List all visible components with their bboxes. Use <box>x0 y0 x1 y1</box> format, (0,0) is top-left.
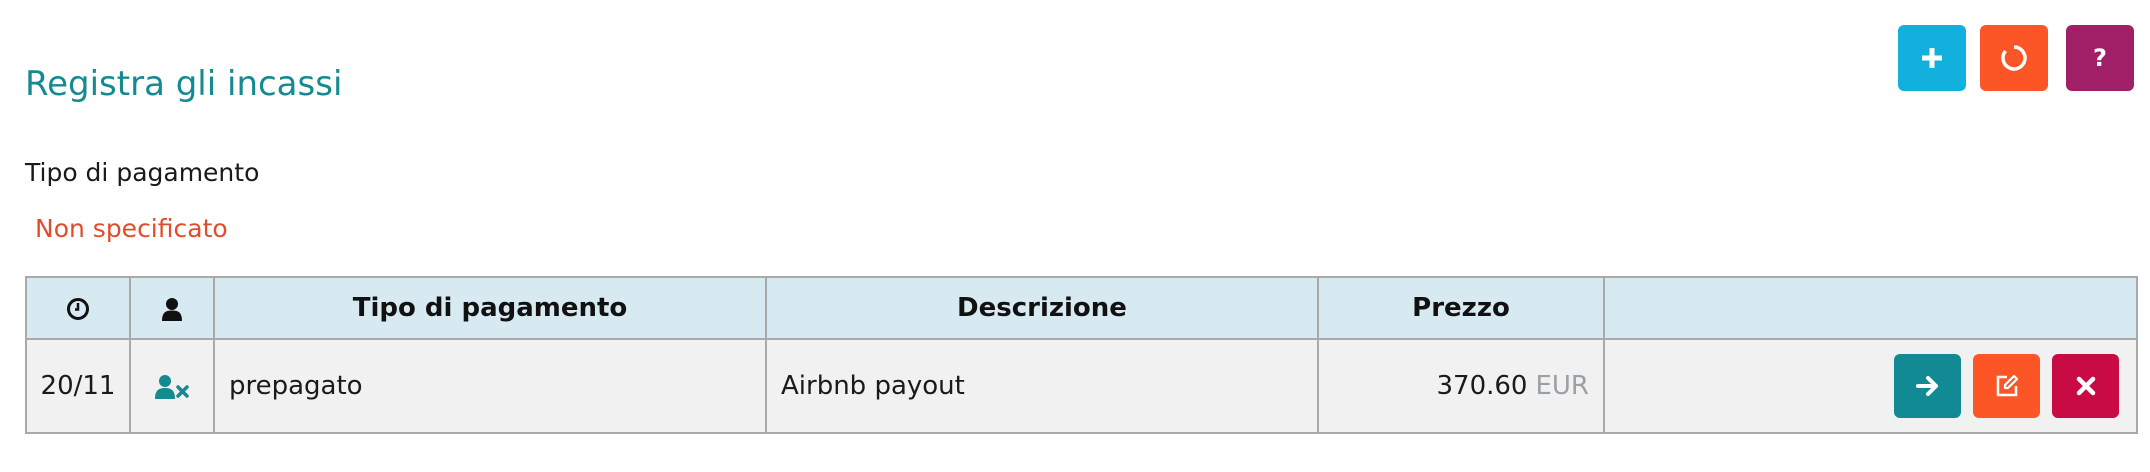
row-actions <box>1603 338 2138 434</box>
open-button[interactable] <box>1894 354 1961 418</box>
refresh-button[interactable] <box>1980 25 2048 91</box>
edit-icon <box>1996 374 2018 397</box>
arrow-right-icon <box>1915 376 1938 396</box>
header-price[interactable]: Prezzo <box>1317 276 1605 340</box>
row-price: 370.60 <box>1436 371 1528 401</box>
row-description: Airbnb payout <box>765 338 1319 434</box>
help-button[interactable]: ? <box>2066 25 2134 91</box>
row-type: prepagato <box>213 338 767 434</box>
edit-button[interactable] <box>1973 354 2040 418</box>
header-description[interactable]: Descrizione <box>765 276 1319 340</box>
header-actions <box>1603 276 2138 340</box>
page-title: Registra gli incassi <box>25 64 343 104</box>
delete-button[interactable] <box>2052 354 2119 418</box>
table-row[interactable]: 20/11 prepagato Airbnb payout 370.60 EUR <box>25 338 2138 434</box>
delete-icon <box>2076 376 2095 396</box>
plus-icon <box>1922 48 1942 68</box>
header-type[interactable]: Tipo di pagamento <box>213 276 767 340</box>
user-icon <box>162 297 182 321</box>
refresh-icon <box>2001 45 2027 71</box>
row-user[interactable] <box>129 338 215 434</box>
clock-icon <box>67 297 89 320</box>
payments-table: Tipo di pagamento Descrizione Prezzo 20/… <box>25 276 2138 434</box>
header-time[interactable] <box>25 276 131 340</box>
table-header-row: Tipo di pagamento Descrizione Prezzo <box>25 276 2138 340</box>
payment-type-value: Non specificato <box>35 214 228 243</box>
row-currency: EUR <box>1535 371 1589 401</box>
user-remove-icon <box>155 374 189 399</box>
toolbar: ? <box>1898 25 2134 91</box>
payment-type-label: Tipo di pagamento <box>25 158 260 187</box>
help-label: ? <box>2093 44 2107 72</box>
row-date: 20/11 <box>25 338 131 434</box>
add-button[interactable] <box>1898 25 1966 91</box>
header-user[interactable] <box>129 276 215 340</box>
row-price-cell: 370.60 EUR <box>1317 338 1605 434</box>
